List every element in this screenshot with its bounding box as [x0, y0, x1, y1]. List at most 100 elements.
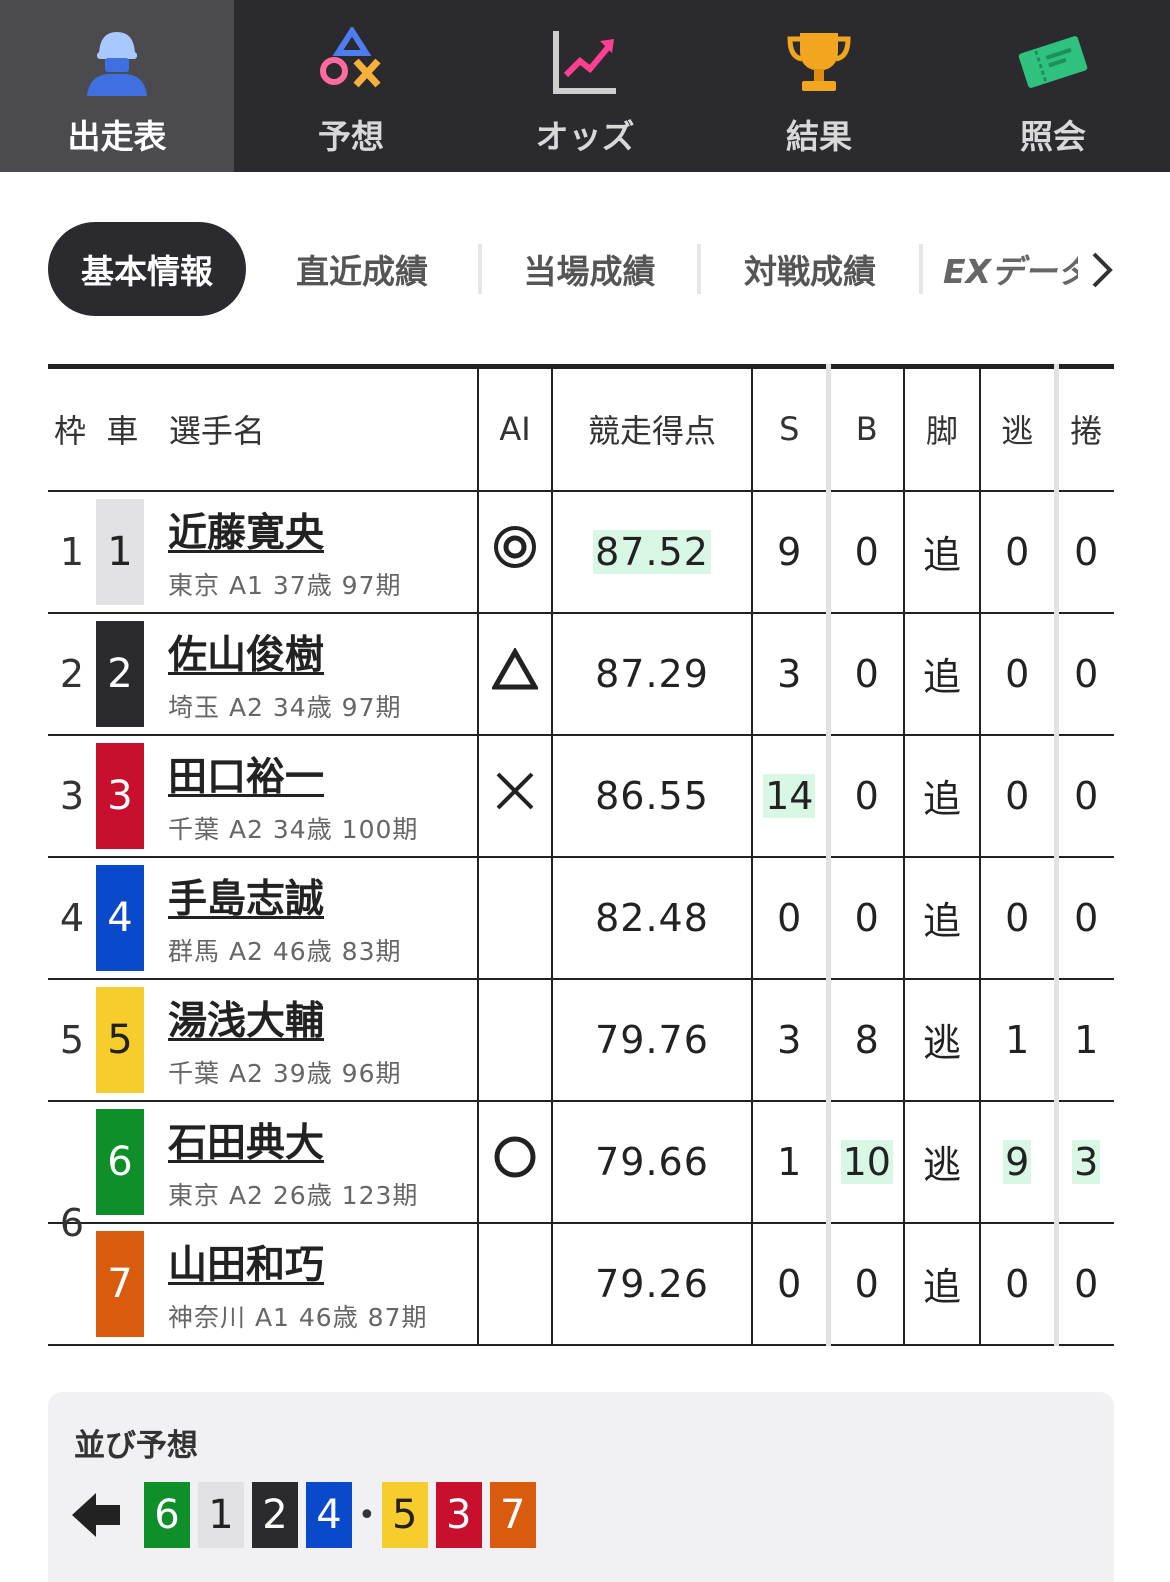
nav-item-odds[interactable]: オッズ — [468, 0, 702, 172]
rider-info: 山田和巧 神奈川 A1 46歳 87期 — [168, 1234, 427, 1334]
leg-cell: 追 — [903, 612, 980, 736]
leg-cell: 追 — [903, 1222, 980, 1346]
rider-wrap: 2 2 佐山俊樹 埼玉 A2 34歳 97期 — [48, 614, 477, 734]
waku-number: 3 — [59, 773, 85, 818]
s-cell: 1 — [751, 1100, 828, 1224]
score-value: 87.52 — [593, 529, 711, 574]
s-value: 3 — [777, 1017, 802, 1062]
b-cell: 0 — [825, 734, 904, 858]
makuri-cell: 0 — [1053, 856, 1114, 980]
nav-item-inquiry[interactable]: 照会 — [936, 0, 1170, 172]
leg-value: 追 — [922, 533, 961, 577]
tab-ex-data[interactable]: EXデータ — [923, 222, 1078, 316]
b-value: 0 — [854, 529, 879, 574]
tab-basic-info[interactable]: 基本情報 — [48, 222, 246, 316]
header-car: 車 — [106, 412, 139, 451]
nav-item-prediction[interactable]: 予想 — [234, 0, 468, 172]
score-value: 79.76 — [595, 1017, 709, 1062]
top-navigation: 出走表 予想 オッズ 結果 照会 — [0, 0, 1170, 172]
leg-cell: 追 — [903, 490, 980, 614]
s-cell: 14 — [751, 734, 828, 858]
leg-value: 追 — [922, 1265, 961, 1309]
makuri-value: 0 — [1074, 529, 1099, 574]
makuri-cell: 0 — [1053, 612, 1114, 736]
rider-name-link[interactable]: 近藤寛央 — [168, 502, 401, 558]
line-prediction-panel: 並び予想 6 1 2 4 • 5 3 7 — [48, 1392, 1114, 1582]
nige-value: 1 — [1005, 1017, 1030, 1062]
header-waku: 枠 — [54, 412, 87, 451]
tab-venue-results[interactable]: 当場成績 — [482, 222, 697, 316]
s-value: 0 — [777, 895, 802, 940]
makuri-cell: 0 — [1053, 734, 1114, 858]
rider-wrap: 7 山田和巧 神奈川 A1 46歳 87期 — [48, 1224, 477, 1344]
header-s: S — [751, 366, 828, 492]
waku-number: 2 — [59, 651, 85, 696]
rider-name-link[interactable]: 手島志誠 — [168, 868, 401, 924]
b-cell: 8 — [825, 978, 904, 1102]
cross-icon — [495, 771, 535, 811]
tab-head-to-head[interactable]: 対戦成績 — [701, 222, 919, 316]
header-nige: 逃 — [979, 366, 1056, 492]
makuri-value: 0 — [1074, 651, 1099, 696]
b-value: 10 — [840, 1139, 893, 1184]
table-row: 2 2 佐山俊樹 埼玉 A2 34歳 97期 87.29 3 0 追 0 0 — [48, 612, 1114, 736]
rider-icon — [77, 22, 157, 102]
rider-meta: 千葉 A2 34歳 100期 — [168, 814, 419, 844]
nav-label: 予想 — [318, 117, 384, 156]
leg-value: 追 — [922, 655, 961, 699]
line-car-badge: 5 — [381, 1482, 428, 1548]
line-car-badge: 7 — [489, 1482, 536, 1548]
nige-cell: 1 — [979, 978, 1056, 1102]
ai-mark-cell — [477, 1100, 552, 1224]
b-value: 0 — [854, 651, 879, 696]
ai-mark-cell — [477, 490, 552, 614]
score-cell: 79.26 — [551, 1222, 752, 1346]
waku-number: 1 — [59, 529, 85, 574]
rider-meta: 東京 A1 37歳 97期 — [168, 570, 402, 600]
makuri-value: 3 — [1072, 1139, 1101, 1184]
rider-name-link[interactable]: 山田和巧 — [168, 1234, 427, 1290]
header-makuri: 捲 — [1053, 366, 1114, 492]
makuri-value: 0 — [1074, 1261, 1099, 1306]
nige-value: 0 — [1005, 651, 1030, 696]
rider-wrap: 4 4 手島志誠 群馬 A2 46歳 83期 — [48, 858, 477, 978]
s-cell: 3 — [751, 978, 828, 1102]
score-cell: 79.66 — [551, 1100, 752, 1224]
nige-cell: 9 — [979, 1100, 1056, 1224]
circle-icon — [493, 1135, 537, 1179]
double-circle-icon — [493, 525, 537, 569]
s-value: 14 — [763, 773, 816, 818]
table-row: 1 1 近藤寛央 東京 A1 37歳 97期 87.52 9 0 追 0 0 — [48, 490, 1114, 614]
car-number-badge: 6 — [96, 1108, 144, 1215]
score-value: 79.66 — [595, 1139, 709, 1184]
nav-item-entry-list[interactable]: 出走表 — [0, 0, 234, 172]
line-prediction-order: 6 1 2 4 • 5 3 7 — [72, 1482, 544, 1548]
rider-cell: 6 6 石田典大 東京 A2 26歳 123期 — [48, 1100, 478, 1245]
car-number-badge: 7 — [96, 1230, 144, 1337]
rider-wrap: 3 3 田口裕一 千葉 A2 34歳 100期 — [48, 736, 477, 856]
header-score: 競走得点 — [551, 366, 752, 492]
ai-mark-cell — [477, 1222, 552, 1346]
line-car-badge: 1 — [198, 1482, 244, 1548]
rider-name-link[interactable]: 佐山俊樹 — [168, 624, 401, 680]
ai-mark-cell — [477, 978, 552, 1102]
b-cell: 0 — [825, 1222, 904, 1346]
header-leg: 脚 — [903, 366, 980, 492]
leg-cell: 追 — [903, 734, 980, 858]
arrow-left-icon — [72, 1493, 120, 1537]
chevron-right-icon[interactable] — [1086, 250, 1118, 290]
rider-name-link[interactable]: 湯浅大輔 — [168, 990, 401, 1046]
score-cell: 86.55 — [551, 734, 752, 858]
header-ai: AI — [477, 366, 552, 492]
nav-label: オッズ — [535, 117, 635, 156]
nav-item-result[interactable]: 結果 — [702, 0, 936, 172]
tab-recent-results[interactable]: 直近成績 — [246, 222, 478, 316]
rider-info: 石田典大 東京 A2 26歳 123期 — [168, 1112, 418, 1212]
nige-cell: 0 — [979, 856, 1056, 980]
makuri-value: 0 — [1074, 773, 1099, 818]
rider-name-link[interactable]: 石田典大 — [168, 1112, 418, 1168]
rider-name-link[interactable]: 田口裕一 — [168, 746, 418, 802]
nige-value: 0 — [1005, 895, 1030, 940]
leg-value: 逃 — [922, 1143, 961, 1187]
rider-cell: 7 山田和巧 神奈川 A1 46歳 87期 — [48, 1222, 478, 1346]
